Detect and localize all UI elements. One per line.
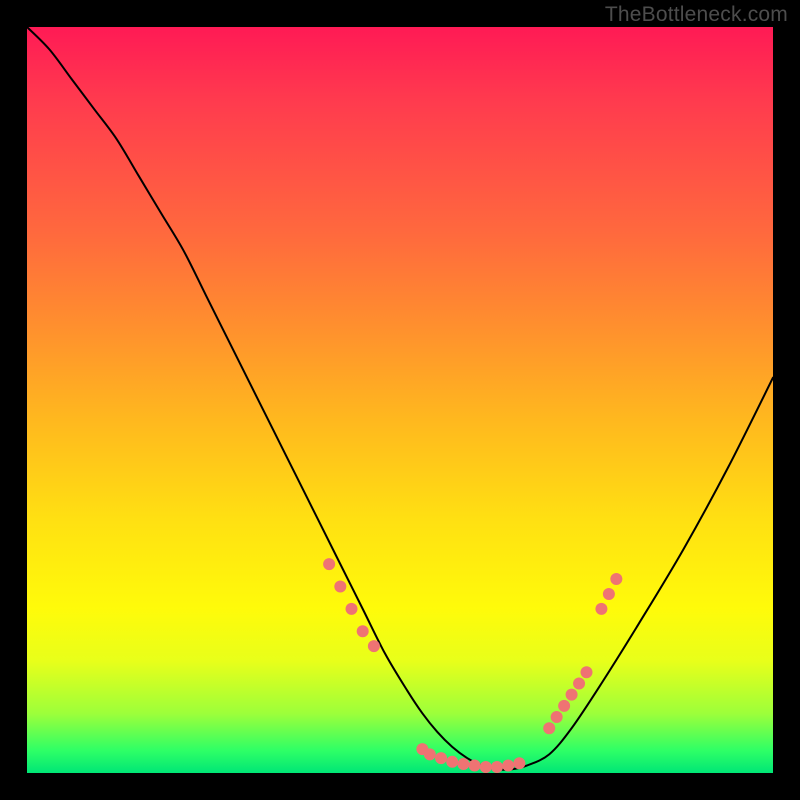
- marker-dot: [566, 689, 578, 701]
- marker-dot: [346, 603, 358, 615]
- plot-area: [27, 27, 773, 773]
- marker-dot: [424, 748, 436, 760]
- marker-dot: [435, 752, 447, 764]
- marker-dot: [551, 711, 563, 723]
- marker-dot: [502, 760, 514, 772]
- marker-dot: [595, 603, 607, 615]
- marker-dot: [603, 588, 615, 600]
- marker-dot: [446, 756, 458, 768]
- marker-dot: [573, 677, 585, 689]
- marker-dot: [610, 573, 622, 585]
- marker-dot: [513, 757, 525, 769]
- marker-dot: [323, 558, 335, 570]
- marker-dot: [334, 581, 346, 593]
- marker-dot: [581, 666, 593, 678]
- marker-dot: [491, 761, 503, 773]
- marker-dot: [457, 758, 469, 770]
- bottleneck-curve: [27, 27, 773, 770]
- watermark-text: TheBottleneck.com: [605, 3, 788, 27]
- marker-dot: [480, 761, 492, 773]
- marker-dot: [469, 760, 481, 772]
- curve-svg: [27, 27, 773, 773]
- marker-dot: [543, 722, 555, 734]
- marker-dot: [558, 700, 570, 712]
- marker-dot: [368, 640, 380, 652]
- marker-layer: [323, 558, 622, 773]
- marker-dot: [357, 625, 369, 637]
- chart-stage: TheBottleneck.com: [0, 0, 800, 800]
